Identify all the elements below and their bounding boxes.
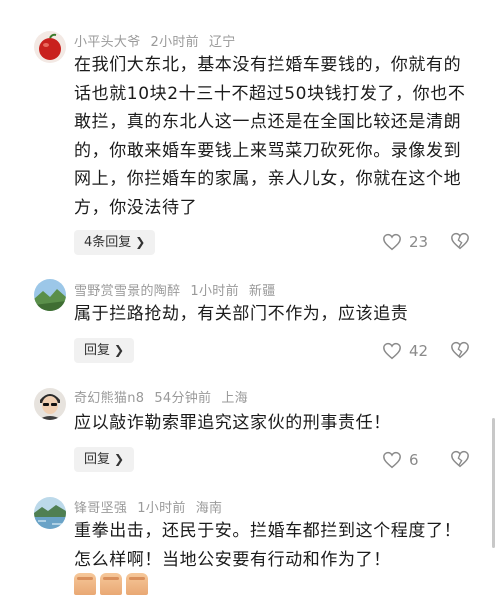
- comment-text: 重拳出击，还民于安。拦婚车都拦到这个程度了！怎么样啊！当地公安要有行动和作为了！: [74, 521, 462, 570]
- broken-heart-icon: [451, 232, 469, 250]
- chevron-right-icon: ❯: [135, 235, 146, 249]
- chevron-right-icon: ❯: [114, 343, 125, 357]
- reply-button[interactable]: 回复 ❯: [74, 338, 135, 363]
- username[interactable]: 雪野赏雪景的陶醉: [74, 284, 180, 299]
- dislike-button[interactable]: [450, 232, 470, 252]
- thumbs-up-emoji-icon: [74, 573, 96, 595]
- timestamp: 54分钟前: [154, 391, 212, 406]
- username[interactable]: 锋哥坚强: [74, 501, 127, 516]
- comment-meta: 雪野赏雪景的陶醉 1小时前 新疆: [74, 280, 286, 299]
- like-count: 42: [409, 342, 429, 360]
- location: 上海: [221, 391, 248, 406]
- red-fruit-avatar-icon: [34, 31, 66, 63]
- location: 海南: [195, 501, 223, 516]
- thumbs-up-emoji-icon: [100, 573, 122, 595]
- timestamp: 1小时前: [137, 501, 186, 516]
- broken-heart-icon: [451, 450, 469, 468]
- comment-meta: 小平头大爷 2小时前 辽宁: [74, 31, 246, 50]
- avatar[interactable]: [34, 497, 66, 529]
- username[interactable]: 奇幻熊猫n8: [74, 391, 144, 406]
- heart-icon: [383, 451, 401, 469]
- like-button[interactable]: 6: [382, 449, 419, 471]
- like-button[interactable]: 23: [382, 231, 428, 253]
- avatar[interactable]: [34, 279, 66, 311]
- heart-icon: [383, 342, 401, 360]
- emoji-row: [74, 573, 152, 595]
- lake-avatar-icon: [34, 497, 66, 529]
- location: 辽宁: [209, 35, 236, 50]
- chevron-right-icon: ❯: [114, 452, 125, 466]
- like-button[interactable]: 42: [382, 340, 428, 362]
- comment-text: 应以敲诈勒索罪追究这家伙的刑事责任！: [74, 413, 391, 433]
- comment-text: 属于拦路抢劫，有关部门不作为，应该追责: [74, 304, 409, 324]
- person-avatar-icon: [34, 388, 66, 420]
- username[interactable]: 小平头大爷: [74, 35, 141, 50]
- thumbs-up-emoji-icon: [126, 573, 148, 595]
- comment-text: 在我们大东北，基本没有拦婚车要钱的，你就有的话也就10块2十三十不超过50块钱打…: [74, 55, 466, 218]
- location: 新疆: [248, 284, 276, 299]
- broken-heart-icon: [451, 341, 469, 359]
- dislike-button[interactable]: [450, 450, 470, 470]
- avatar[interactable]: [34, 31, 66, 63]
- dislike-button[interactable]: [450, 341, 470, 361]
- comment-meta: 锋哥坚强 1小时前 海南: [74, 497, 232, 516]
- avatar[interactable]: [34, 388, 66, 420]
- reply-label: 4条回复: [84, 235, 132, 250]
- timestamp: 1小时前: [190, 284, 239, 299]
- timestamp: 2小时前: [150, 35, 199, 50]
- scrollbar[interactable]: [492, 418, 495, 548]
- view-replies-button[interactable]: 4条回复 ❯: [74, 230, 156, 255]
- reply-button[interactable]: 回复 ❯: [74, 447, 135, 472]
- reply-label: 回复: [84, 343, 111, 358]
- like-count: 6: [409, 451, 419, 469]
- landscape-avatar-icon: [34, 279, 66, 311]
- like-count: 23: [409, 233, 429, 251]
- comment-meta: 奇幻熊猫n8 54分钟前 上海: [74, 387, 258, 406]
- reply-label: 回复: [84, 452, 111, 467]
- heart-icon: [383, 233, 401, 251]
